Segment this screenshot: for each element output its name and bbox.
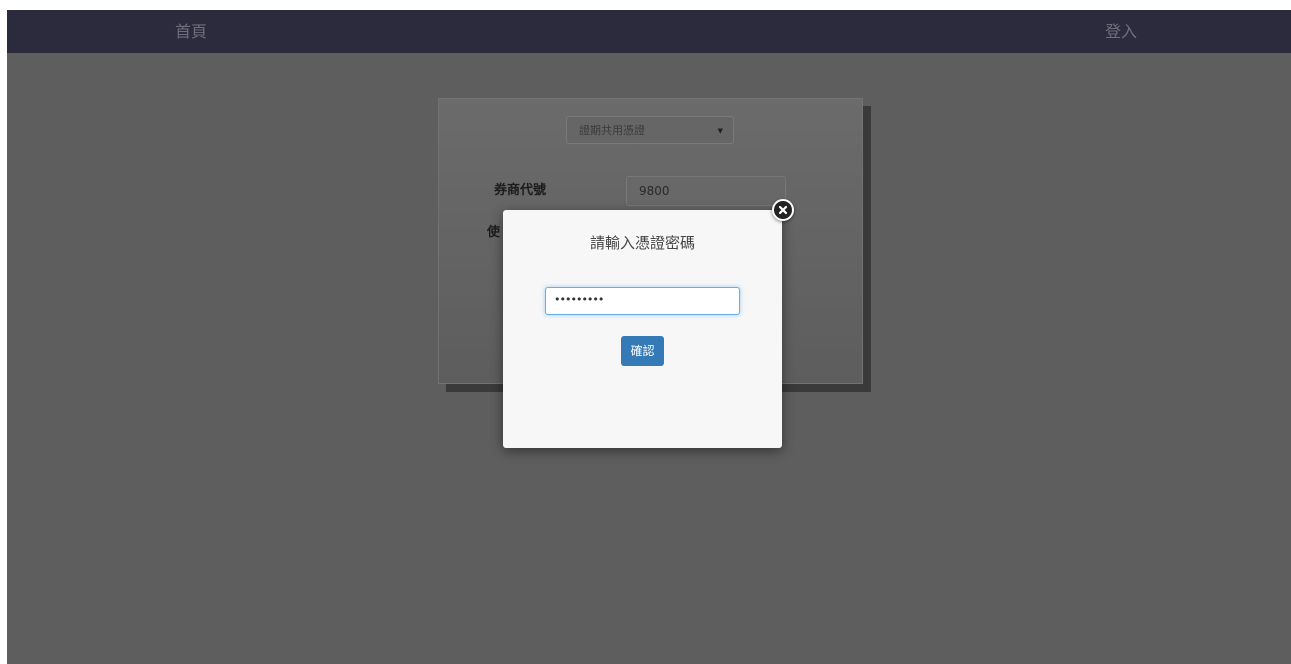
certificate-select-value: 證期共用憑證 bbox=[579, 124, 645, 137]
nav-home-link[interactable]: 首頁 bbox=[175, 10, 207, 53]
modal-close-button[interactable] bbox=[772, 199, 794, 221]
certificate-password-input[interactable]: ••••••••• bbox=[545, 287, 740, 315]
certificate-password-modal: 請輸入憑證密碼 ••••••••• 確認 bbox=[503, 210, 782, 448]
close-icon bbox=[778, 205, 788, 215]
top-navbar: 首頁 登入 bbox=[7, 10, 1291, 53]
user-id-label: 使 bbox=[487, 225, 501, 240]
broker-code-input[interactable]: 9800 bbox=[626, 176, 786, 206]
broker-code-label: 券商代號 bbox=[494, 183, 547, 198]
nav-login-link[interactable]: 登入 bbox=[1105, 10, 1137, 53]
broker-code-value: 9800 bbox=[639, 184, 670, 198]
modal-title: 請輸入憑證密碼 bbox=[589, 234, 695, 252]
certificate-select[interactable]: 證期共用憑證 ▼ bbox=[566, 116, 734, 144]
chevron-down-icon: ▼ bbox=[717, 127, 723, 135]
confirm-button[interactable]: 確認 bbox=[621, 336, 664, 366]
